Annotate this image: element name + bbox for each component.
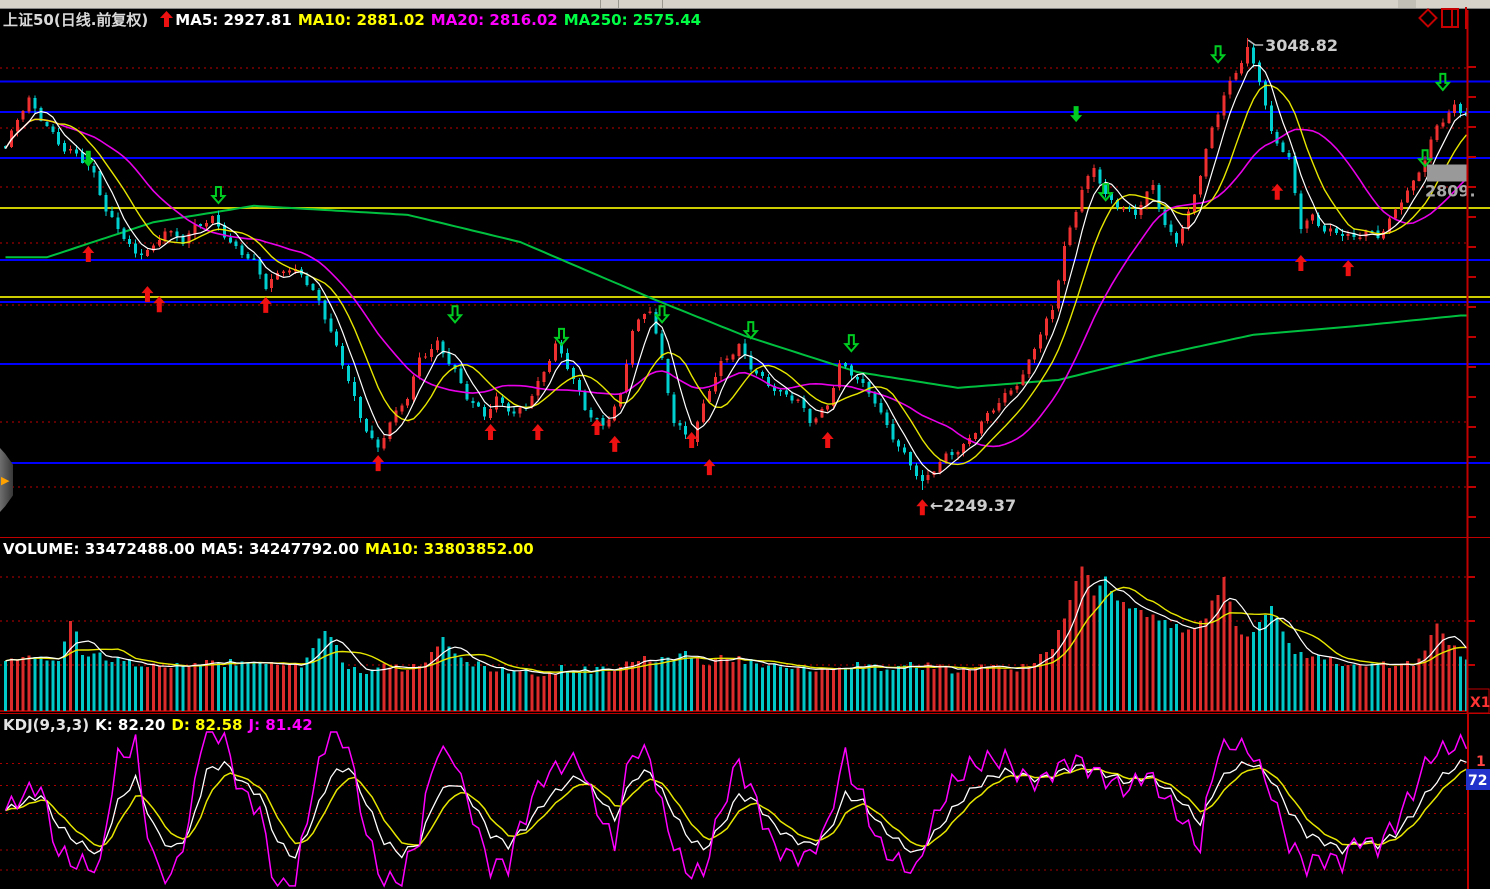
kdj-readout-0: K: 82.20 (95, 716, 165, 734)
buy-arrow-icon (1295, 255, 1307, 271)
buy-arrow-icon (1342, 260, 1354, 276)
buy-arrow-icon (485, 424, 497, 440)
kdj-readouts: K: 82.20 D: 82.58 J: 81.42 (95, 716, 319, 734)
sell-arrow-icon (1212, 46, 1224, 62)
buy-arrow-icon (703, 459, 715, 475)
expand-arrow-icon: ▶ (1, 475, 9, 486)
toolbar-separator (662, 0, 663, 8)
buy-arrow-icon (153, 296, 165, 312)
svg-text:←2249.37: ←2249.37 (930, 496, 1016, 515)
chart-canvas[interactable]: 3048.82←2249.372809.X1172 (0, 0, 1490, 889)
svg-text:72: 72 (1468, 773, 1487, 789)
stock-chart-app: 3048.82←2249.372809.X1172 上证50(日线.前复权)MA… (0, 0, 1490, 889)
svg-text:X1: X1 (1470, 695, 1490, 711)
buy-arrow-icon (141, 286, 153, 302)
toolbar-separator (600, 0, 601, 8)
buy-arrow-icon (822, 432, 834, 448)
ma-readout-1: MA10: 2881.02 (298, 11, 425, 29)
sell-arrow-icon (212, 187, 224, 203)
kdj-header: KDJ(9,3,3) K: 82.20 D: 82.58 J: 81.42 (3, 716, 325, 734)
sell-arrow-icon (449, 306, 461, 322)
main-chart-header: 上证50(日线.前复权) MA5: 2927.81 MA10: 2881.02 MA2… (3, 9, 713, 30)
ma-readouts: MA5: 2927.81 MA10: 2881.02 MA20: 2816.02 MA… (175, 11, 707, 29)
buy-arrow-icon (1271, 184, 1283, 200)
buy-arrow-icon (591, 419, 603, 435)
ma-readout-0: MA5: 2927.81 (175, 11, 292, 29)
volume-header: VOLUME: 33472488.00 MA5: 34247792.00 MA10:… (3, 540, 546, 558)
ma-readout-3: MA250: 2575.44 (564, 11, 701, 29)
volume-readout-0: VOLUME: 33472488.00 (3, 540, 195, 558)
toolbar-segment (1398, 0, 1416, 8)
volume-readout-1: MA5: 34247792.00 (201, 540, 359, 558)
symbol-title: 上证50(日线.前复权) (3, 11, 148, 29)
svg-text:3048.82: 3048.82 (1265, 36, 1338, 55)
sell-arrow-icon (1070, 106, 1082, 122)
buy-arrow-icon (609, 436, 621, 452)
sell-arrow-icon (656, 306, 668, 322)
sell-arrow-icon (845, 335, 857, 351)
kdj-readout-1: D: 82.58 (171, 716, 242, 734)
svg-text:1: 1 (1476, 754, 1486, 770)
toolbar-separator (618, 0, 619, 8)
volume-readout-2: MA10: 33803852.00 (365, 540, 534, 558)
split-window-icon[interactable] (1441, 8, 1459, 28)
ma-readout-2: MA20: 2816.02 (431, 11, 558, 29)
kdj-readout-2: J: 81.42 (249, 716, 313, 734)
buy-arrow-icon (686, 432, 698, 448)
axis-edge-bar (1465, 7, 1467, 29)
pane-corner-icons (1421, 7, 1467, 29)
up-arrow-icon (160, 11, 173, 27)
toolbar-bottom-edge (0, 0, 1490, 9)
split-window-divider (1451, 10, 1453, 26)
diamond-icon[interactable] (1418, 8, 1438, 28)
volume-readouts: VOLUME: 33472488.00 MA5: 34247792.00 MA10:… (3, 540, 540, 558)
buy-arrow-icon (532, 424, 544, 440)
buy-arrow-icon (260, 297, 272, 313)
buy-arrow-icon (916, 499, 928, 515)
kdj-indicator-name: KDJ(9,3,3) (3, 716, 89, 734)
